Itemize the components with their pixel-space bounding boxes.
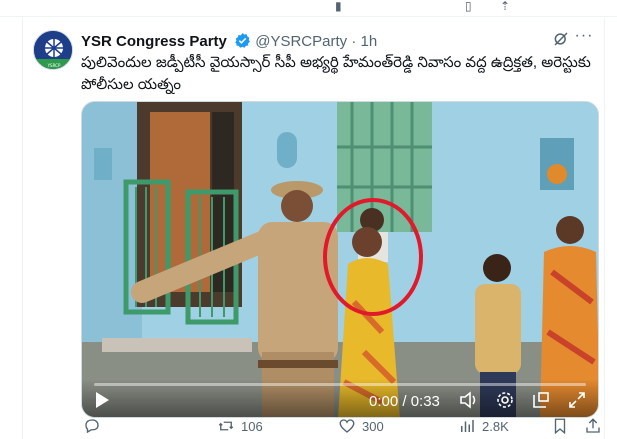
bookmark-icon: [554, 418, 566, 435]
grok-icon[interactable]: [552, 30, 570, 48]
like-count: 300: [362, 418, 384, 434]
avatar[interactable]: YSRCP: [33, 30, 73, 70]
author-handle[interactable]: @YSRCParty: [255, 33, 347, 50]
play-icon[interactable]: [94, 391, 110, 414]
video-controls: 0:00 / 0:33: [82, 379, 598, 417]
action-bar: 106 300 2.8K: [81, 416, 601, 438]
views-icon: [461, 420, 474, 432]
bookmark-icon[interactable]: ▯: [465, 0, 479, 12]
svg-text:YSRCP: YSRCP: [47, 63, 61, 68]
pip-icon[interactable]: [532, 391, 550, 414]
bookmark-button[interactable]: [551, 416, 575, 436]
repost-icon: [218, 421, 234, 431]
tweet-card[interactable]: YSRCP YSR Congress Party @YSRCParty · 1h…: [22, 18, 605, 439]
tweet-text: పులివెందుల జడ్పీటీసీ వైయస్సార్ సీపీ అభ్య…: [81, 54, 591, 93]
volume-icon[interactable]: [459, 391, 479, 414]
reply-icon: [85, 419, 99, 434]
views-icon[interactable]: ▮: [335, 0, 349, 12]
video-player[interactable]: 0:00 / 0:33: [81, 101, 599, 418]
previous-post-strip: ▮ ▯ ⇡: [0, 0, 617, 17]
post-time[interactable]: 1h: [361, 33, 378, 50]
separator-dot: ·: [351, 33, 357, 50]
verified-badge-icon: [234, 32, 251, 54]
like-button[interactable]: 300: [338, 416, 384, 436]
settings-icon[interactable]: [496, 391, 514, 414]
fullscreen-icon[interactable]: [568, 391, 586, 414]
share-icon[interactable]: ⇡: [500, 0, 514, 12]
more-icon[interactable]: ···: [574, 28, 594, 48]
tweet-header: YSR Congress Party @YSRCParty · 1h: [81, 32, 377, 50]
video-time: 0:00 / 0:33: [369, 393, 440, 410]
views-count: 2.8K: [482, 418, 509, 434]
views-button[interactable]: 2.8K: [458, 416, 509, 436]
repost-count: 106: [241, 418, 263, 434]
video-frame: [82, 102, 598, 417]
repost-button[interactable]: 106: [217, 416, 263, 436]
share-button[interactable]: [584, 416, 608, 436]
video-progress-bar[interactable]: [94, 383, 586, 386]
reply-button[interactable]: [83, 416, 107, 436]
author-name[interactable]: YSR Congress Party: [81, 33, 227, 50]
share-icon: [586, 418, 600, 433]
like-icon: [339, 419, 355, 433]
